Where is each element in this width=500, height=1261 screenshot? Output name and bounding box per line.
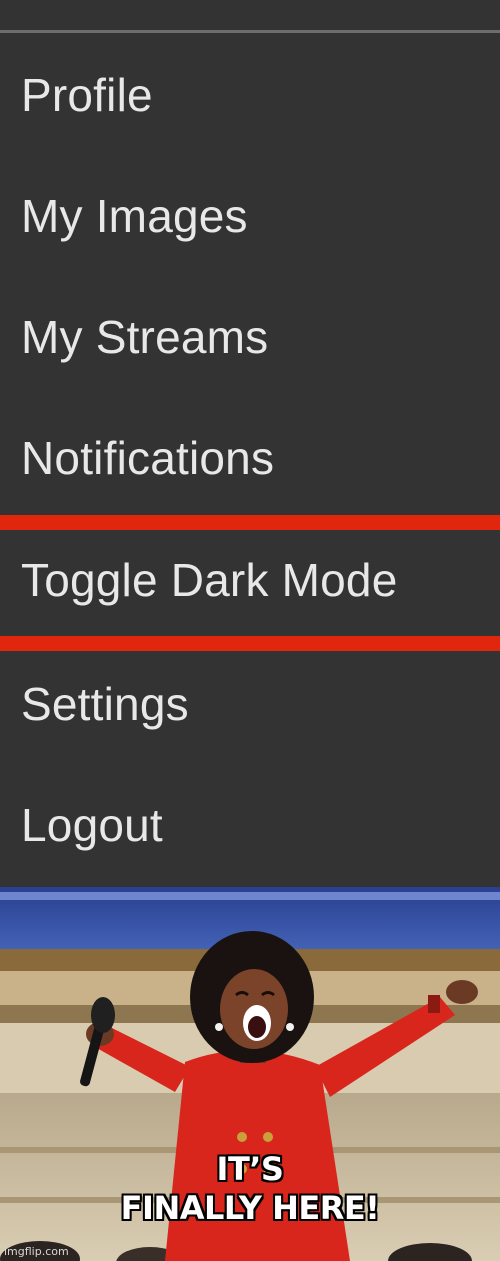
highlight-bar-top bbox=[0, 515, 500, 530]
dropdown-menu: Profile My Images My Streams Notificatio… bbox=[0, 0, 500, 887]
menu-item-label: Settings bbox=[21, 678, 189, 730]
meme-caption: IT’S FINALLY HERE! bbox=[0, 1150, 500, 1228]
menu-item-profile[interactable]: Profile bbox=[0, 45, 500, 145]
watermark: imgflip.com bbox=[4, 1245, 69, 1258]
highlight-bar-bottom bbox=[0, 636, 500, 651]
menu-item-my-images[interactable]: My Images bbox=[0, 166, 500, 266]
menu-item-label: My Images bbox=[21, 190, 248, 242]
menu-item-label: Toggle Dark Mode bbox=[21, 554, 398, 606]
menu-item-toggle-dark-mode[interactable]: Toggle Dark Mode bbox=[0, 530, 500, 630]
menu-item-label: Notifications bbox=[21, 432, 275, 484]
menu-divider bbox=[0, 30, 500, 33]
menu-item-label: Profile bbox=[21, 69, 153, 121]
caption-line-2: FINALLY HERE! bbox=[120, 1189, 380, 1227]
menu-item-logout[interactable]: Logout bbox=[0, 775, 500, 875]
menu-item-label: Logout bbox=[21, 799, 163, 851]
menu-item-notifications[interactable]: Notifications bbox=[0, 408, 500, 508]
menu-item-my-streams[interactable]: My Streams bbox=[0, 287, 500, 387]
menu-item-label: My Streams bbox=[21, 311, 269, 363]
menu-item-settings[interactable]: Settings bbox=[0, 654, 500, 754]
caption-line-1: IT’S bbox=[216, 1150, 284, 1188]
